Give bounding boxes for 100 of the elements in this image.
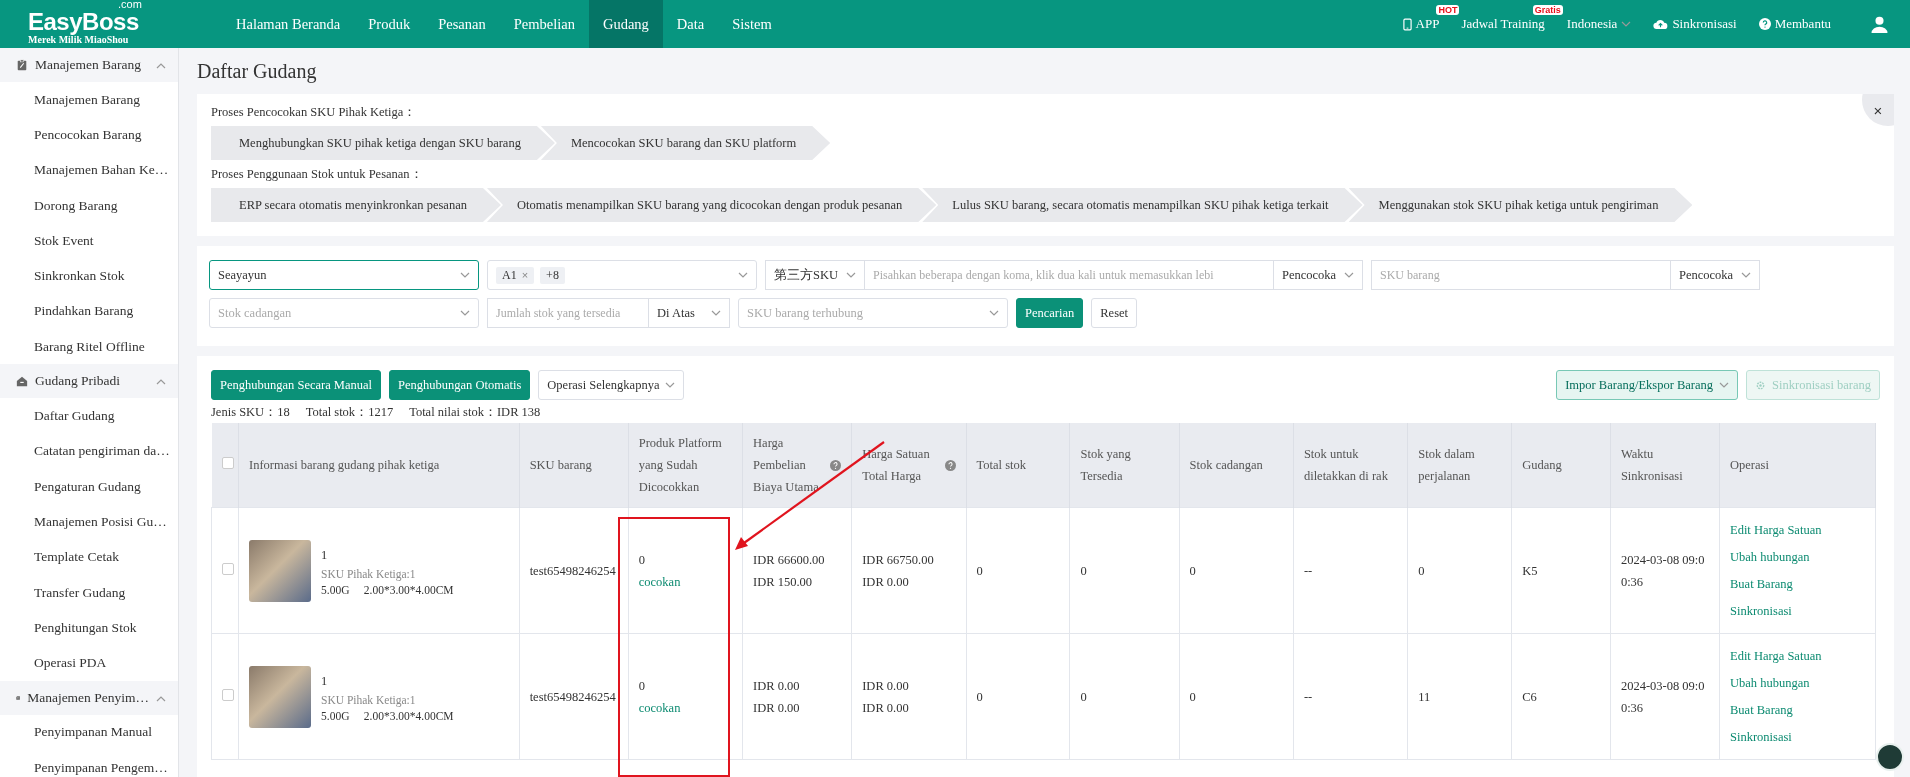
operation-link[interactable]: Edit Harga Satuan [1730,516,1865,544]
row-checkbox[interactable] [222,688,234,701]
quantity-input[interactable]: Jumlah stok yang tersedia [487,298,649,328]
caret-icon [711,310,721,316]
more-operations-dropdown[interactable]: Operasi Selengkapnya [538,370,685,400]
sidebar-item[interactable]: Stok Event [0,223,178,259]
nav-tab[interactable]: Data [662,0,719,48]
help-link[interactable]: Membantu [1758,16,1831,32]
operation-link[interactable]: Edit Harga Satuan [1730,642,1865,670]
photo-placeholder [249,665,311,728]
nav-tab[interactable]: Sistem [718,0,786,48]
search-button[interactable]: Pencarian [1016,298,1084,328]
match-select[interactable]: Pencocoka [1670,260,1760,290]
price-cell-text: IDR 0.00 [862,677,910,695]
filter-tag[interactable]: A1 × [496,266,535,284]
sidebar-item[interactable]: Penghitungan Stok [0,610,178,646]
sidebar-item[interactable]: Dorong Barang [0,187,178,224]
nav-tab[interactable]: Pesanan [424,0,500,48]
sidebar-item[interactable]: Sinkronkan Stok [0,258,178,294]
item-size: 2.00*3.00*4.00CM [363,583,454,596]
caret-icon [156,695,166,702]
sidebar-item[interactable]: Pengaturan Gudang [0,468,178,505]
row-checkbox[interactable] [222,562,234,575]
table-cell: 0 [976,689,983,704]
price-cell-text: IDR 66750.00 [862,551,935,569]
match-link[interactable]: cocokan [638,570,733,593]
item-name: 1 [321,672,329,690]
sidebar-item[interactable]: Manajemen Barang [0,82,178,118]
price-cell-text: IDR 0.00 [862,699,910,717]
match-link[interactable]: cocokan [638,696,733,719]
price-cell-text: IDR 0.00 [862,573,910,591]
table-cell: 11 [1418,689,1431,704]
sidebar-item[interactable]: Daftar Gudang [0,398,178,434]
sidebar-item[interactable]: Template Cetak [0,539,178,575]
sku-input[interactable]: Pisahkan beberapa dengan koma, klik dua kali untuk memasukkan lebi [864,260,1274,290]
phone-icon [1402,17,1412,31]
process-step: Mencocokan SKU barang dan SKU platform [540,126,831,160]
sidebar-group[interactable]: Manajemen Barang [0,48,178,82]
import-export-dropdown[interactable]: Impor Barang/Ekspor Barang [1556,370,1739,400]
sku-type-select[interactable]: 第三方SKU [765,260,865,290]
operation-link[interactable]: Buat Barang [1730,696,1865,724]
match-select[interactable]: Pencocoka [1273,260,1363,290]
stat-label: Total nilai stok：IDR 138 [409,404,541,421]
process-step: Otomatis menampilkan SKU barang yang dicocokan dengan produk pesanan [486,188,937,222]
sidebar-item[interactable]: Pindahkan Barang [0,293,178,330]
reset-button[interactable]: Reset [1091,298,1138,328]
sidebar-item[interactable]: Catatan pengiriman da… [0,433,178,469]
app-link[interactable]: APP [1402,16,1440,32]
caret-icon [1741,272,1751,278]
sync-link[interactable]: Sinkronisasi [1653,16,1737,32]
nav-tab[interactable]: Halaman Beranda [222,0,355,48]
sidebar-item[interactable]: Manajemen Bahan Ke… [0,152,178,188]
sidebar-item[interactable]: Penyimpanan Pengem… [0,750,178,777]
action-button[interactable]: Penghubungan Secara Manual [211,370,382,400]
price-cell-text: IDR 0.00 [753,699,801,717]
item-weight: 5.00G [321,583,350,596]
operation-link[interactable]: Sinkronisasi [1730,597,1865,625]
operation-link[interactable]: Buat Barang [1730,570,1865,598]
caret-icon [989,310,999,316]
sidebar-item[interactable]: Barang Ritel Offline [0,329,178,365]
matched-count: 0 [638,677,646,695]
nav-tab[interactable]: Gudang [588,0,663,48]
operation-link[interactable]: Ubah hubungan [1730,669,1865,697]
caret-icon [846,272,856,278]
assistant-icon[interactable] [1876,743,1904,771]
training-link[interactable]: Jadwal Training [1461,16,1545,32]
sidebar-item[interactable]: Operasi PDA [0,645,178,681]
caret-icon [665,382,676,388]
sync-time: 2024-03-08 09:00:36 [1620,552,1705,589]
nav-tab[interactable]: Produk [354,0,425,48]
process-step: ERP secara otomatis menyinkronkan pesanan [211,188,501,222]
operator-select[interactable]: Di Atas [648,298,730,328]
column-header: Biaya Utama [753,479,820,496]
operation-link[interactable]: Ubah hubungan [1730,543,1865,571]
warehouse-select[interactable]: Seayayun [209,260,479,290]
operation-link[interactable]: Sinkronisasi [1730,723,1865,751]
item-weight: 5.00G [321,709,350,722]
sidebar-group[interactable]: Manajemen Penyim… [0,680,178,715]
more-tag: +8 [540,266,565,284]
tag-select[interactable]: A1 × +8 [487,260,757,290]
language-dropdown[interactable]: Indonesia [1566,16,1632,32]
select-all-checkbox[interactable] [221,457,234,469]
sidebar-group[interactable]: Gudang Pribadi [0,364,178,399]
house-icon [16,375,28,388]
sidebar-item[interactable]: Manajemen Posisi Gu… [0,504,178,540]
sku-cell-text: test65498246254 [529,688,617,706]
column-header: Waktu Sinkronisasi [1620,447,1683,483]
close-button[interactable]: × [1862,94,1894,126]
caret-icon [460,272,470,278]
sidebar-item[interactable]: Pencocokan Barang [0,117,178,153]
sidebar-item[interactable]: Transfer Gudang [0,574,178,611]
sku-barang-input[interactable]: SKU barang [1371,260,1671,290]
nav-tab[interactable]: Pembelian [499,0,589,48]
sidebar-item[interactable]: Penyimpanan Manual [0,714,178,751]
item-size: 2.00*3.00*4.00CM [363,709,454,722]
column-header: Stok untuk diletakkan di rak [1303,447,1388,483]
process-step: Menggunakan stok SKU pihak ketiga untuk pengiriman [1348,188,1693,222]
action-button[interactable]: Penghubungan Otomatis [389,370,531,400]
column-header: Produk Platform yang Sudah Dicocokkan [638,436,722,494]
user-icon[interactable] [1871,15,1888,33]
